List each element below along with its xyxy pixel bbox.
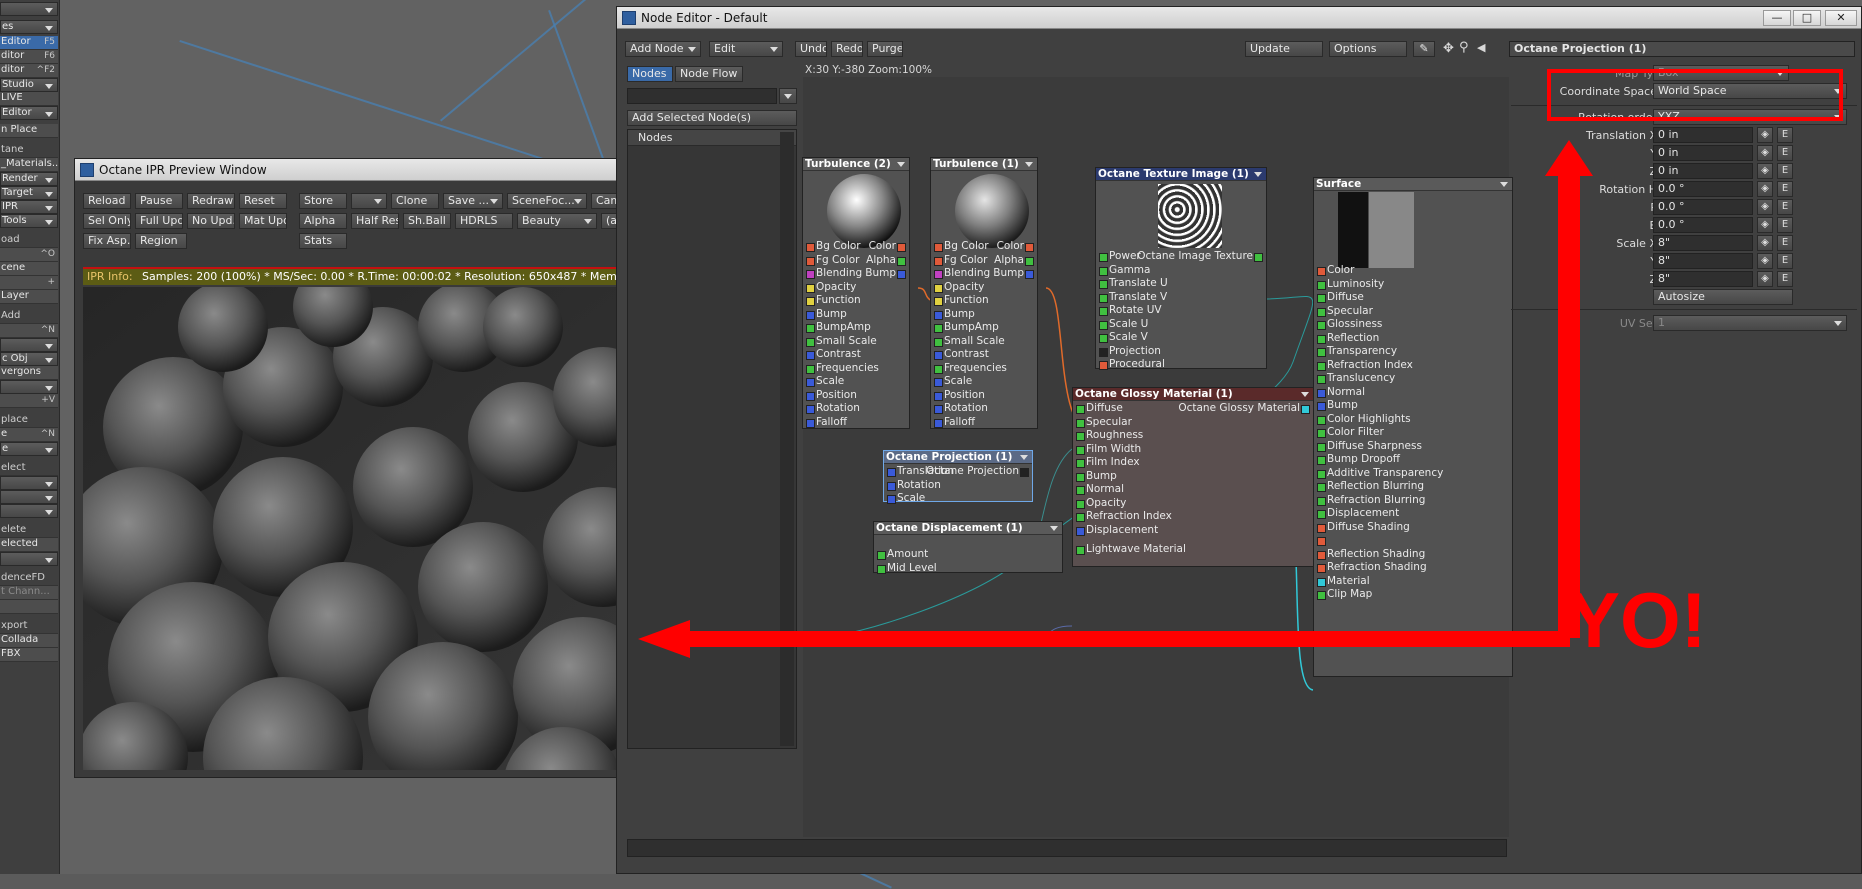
- annotation-arrow-up: [1558, 172, 1580, 638]
- annotation-overlay: YO!: [638, 69, 1843, 664]
- annotation-highlight-box: [1547, 69, 1843, 121]
- annotation-yo-text: YO!: [1568, 576, 1707, 664]
- annotation-arrow-up-head: [1545, 140, 1593, 176]
- annotation-arrow-left-head: [638, 620, 690, 658]
- annotation-arrow-left: [690, 631, 1570, 647]
